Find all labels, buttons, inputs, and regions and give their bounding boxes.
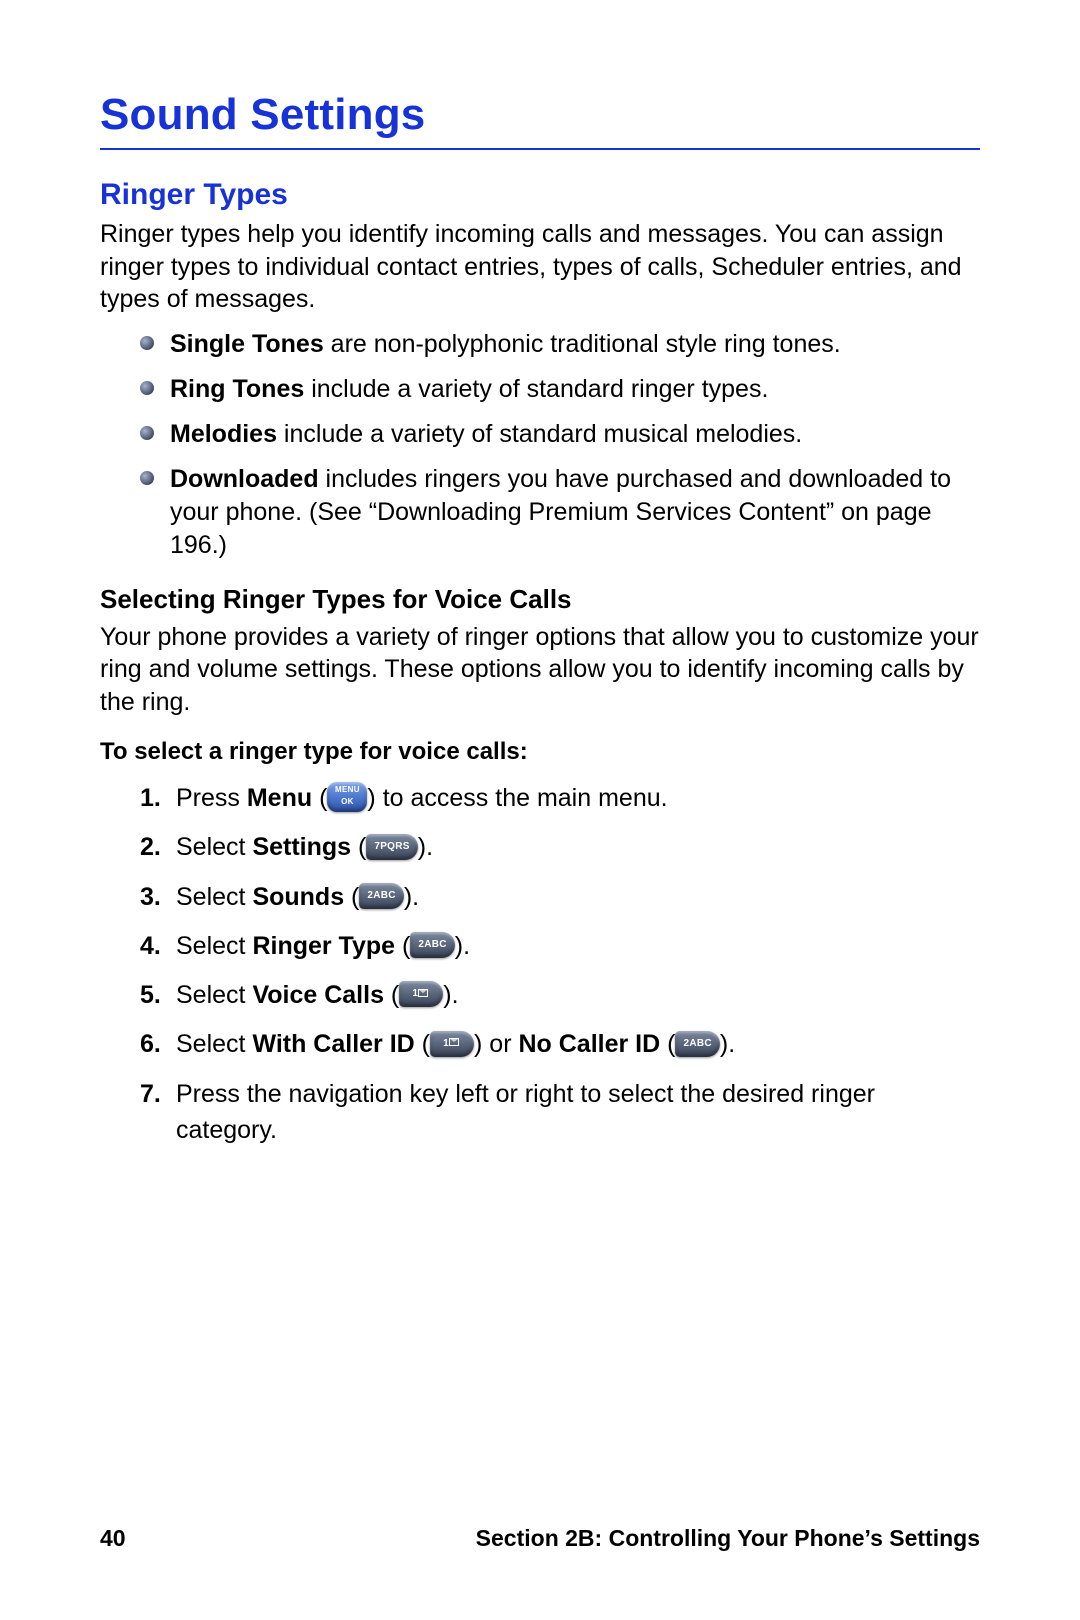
step-text: to access the main menu. (383, 784, 668, 812)
step-text: or (482, 1030, 518, 1058)
term: Downloaded (170, 465, 319, 493)
step-text: Press the navigation key left or right t… (176, 1080, 875, 1144)
manual-page: Sound Settings Ringer Types Ringer types… (0, 0, 1080, 1148)
step: Select With Caller ID (1) or No Caller I… (142, 1026, 980, 1062)
bullet-text: include a variety of standard ringer typ… (304, 375, 768, 403)
step-text: Select (176, 932, 252, 960)
key-7-icon: 7PQRS (366, 834, 417, 860)
page-title: Sound Settings (100, 90, 980, 140)
term: Single Tones (170, 330, 324, 358)
step: Press Menu (MENUOK) to access the main m… (142, 780, 980, 816)
key-1-icon: 1 (430, 1031, 474, 1057)
key-2-icon: 2ABC (675, 1031, 719, 1057)
term: Ring Tones (170, 375, 304, 403)
step-bold: With Caller ID (252, 1030, 414, 1058)
intro-paragraph: Ringer types help you identify incoming … (100, 218, 980, 316)
envelope-icon (449, 1038, 459, 1046)
bullet-text: are non-polyphonic traditional style rin… (324, 330, 841, 358)
step-bold: Ringer Type (252, 932, 395, 960)
procedure-lead-in: To select a ringer type for voice calls: (100, 738, 980, 766)
step-bold: Menu (247, 784, 312, 812)
step-text: Select (176, 883, 252, 911)
key-2-icon: 2ABC (410, 932, 454, 958)
step: Select Sounds (2ABC). (142, 879, 980, 915)
step: Select Settings (7PQRS). (142, 829, 980, 865)
step: Select Ringer Type (2ABC). (142, 928, 980, 964)
section-label: Section 2B: Controlling Your Phone’s Set… (476, 1525, 980, 1552)
bullet-text: include a variety of standard musical me… (277, 420, 802, 448)
step-bold: Settings (252, 833, 351, 861)
step: Press the navigation key left or right t… (142, 1076, 980, 1149)
key-2-icon: 2ABC (359, 883, 403, 909)
term: Melodies (170, 420, 277, 448)
step-bold: Sounds (252, 883, 344, 911)
step-bold: No Caller ID (518, 1030, 660, 1058)
step: Select Voice Calls (1). (142, 977, 980, 1013)
ringer-type-bullet-list: Single Tones are non-polyphonic traditio… (100, 328, 980, 562)
step-text: Select (176, 981, 252, 1009)
page-footer: 40 Section 2B: Controlling Your Phone’s … (100, 1525, 980, 1552)
menu-ok-key-icon: MENUOK (327, 782, 367, 812)
subhead-ringer-types: Ringer Types (100, 178, 980, 212)
step-bold: Voice Calls (252, 981, 384, 1009)
step-text: Select (176, 1030, 252, 1058)
list-item: Ring Tones include a variety of standard… (142, 373, 980, 406)
subsub-selecting-ringer-types: Selecting Ringer Types for Voice Calls (100, 584, 980, 615)
key-1-icon: 1 (399, 981, 443, 1007)
procedure-steps: Press Menu (MENUOK) to access the main m… (100, 780, 980, 1148)
step-text: Press (176, 784, 247, 812)
envelope-icon (418, 989, 428, 997)
list-item: Single Tones are non-polyphonic traditio… (142, 328, 980, 361)
page-number: 40 (100, 1525, 126, 1552)
title-rule (100, 148, 980, 150)
step-text: Select (176, 833, 252, 861)
list-item: Melodies include a variety of standard m… (142, 418, 980, 451)
subsub-intro: Your phone provides a variety of ringer … (100, 621, 980, 719)
list-item: Downloaded includes ringers you have pur… (142, 463, 980, 562)
